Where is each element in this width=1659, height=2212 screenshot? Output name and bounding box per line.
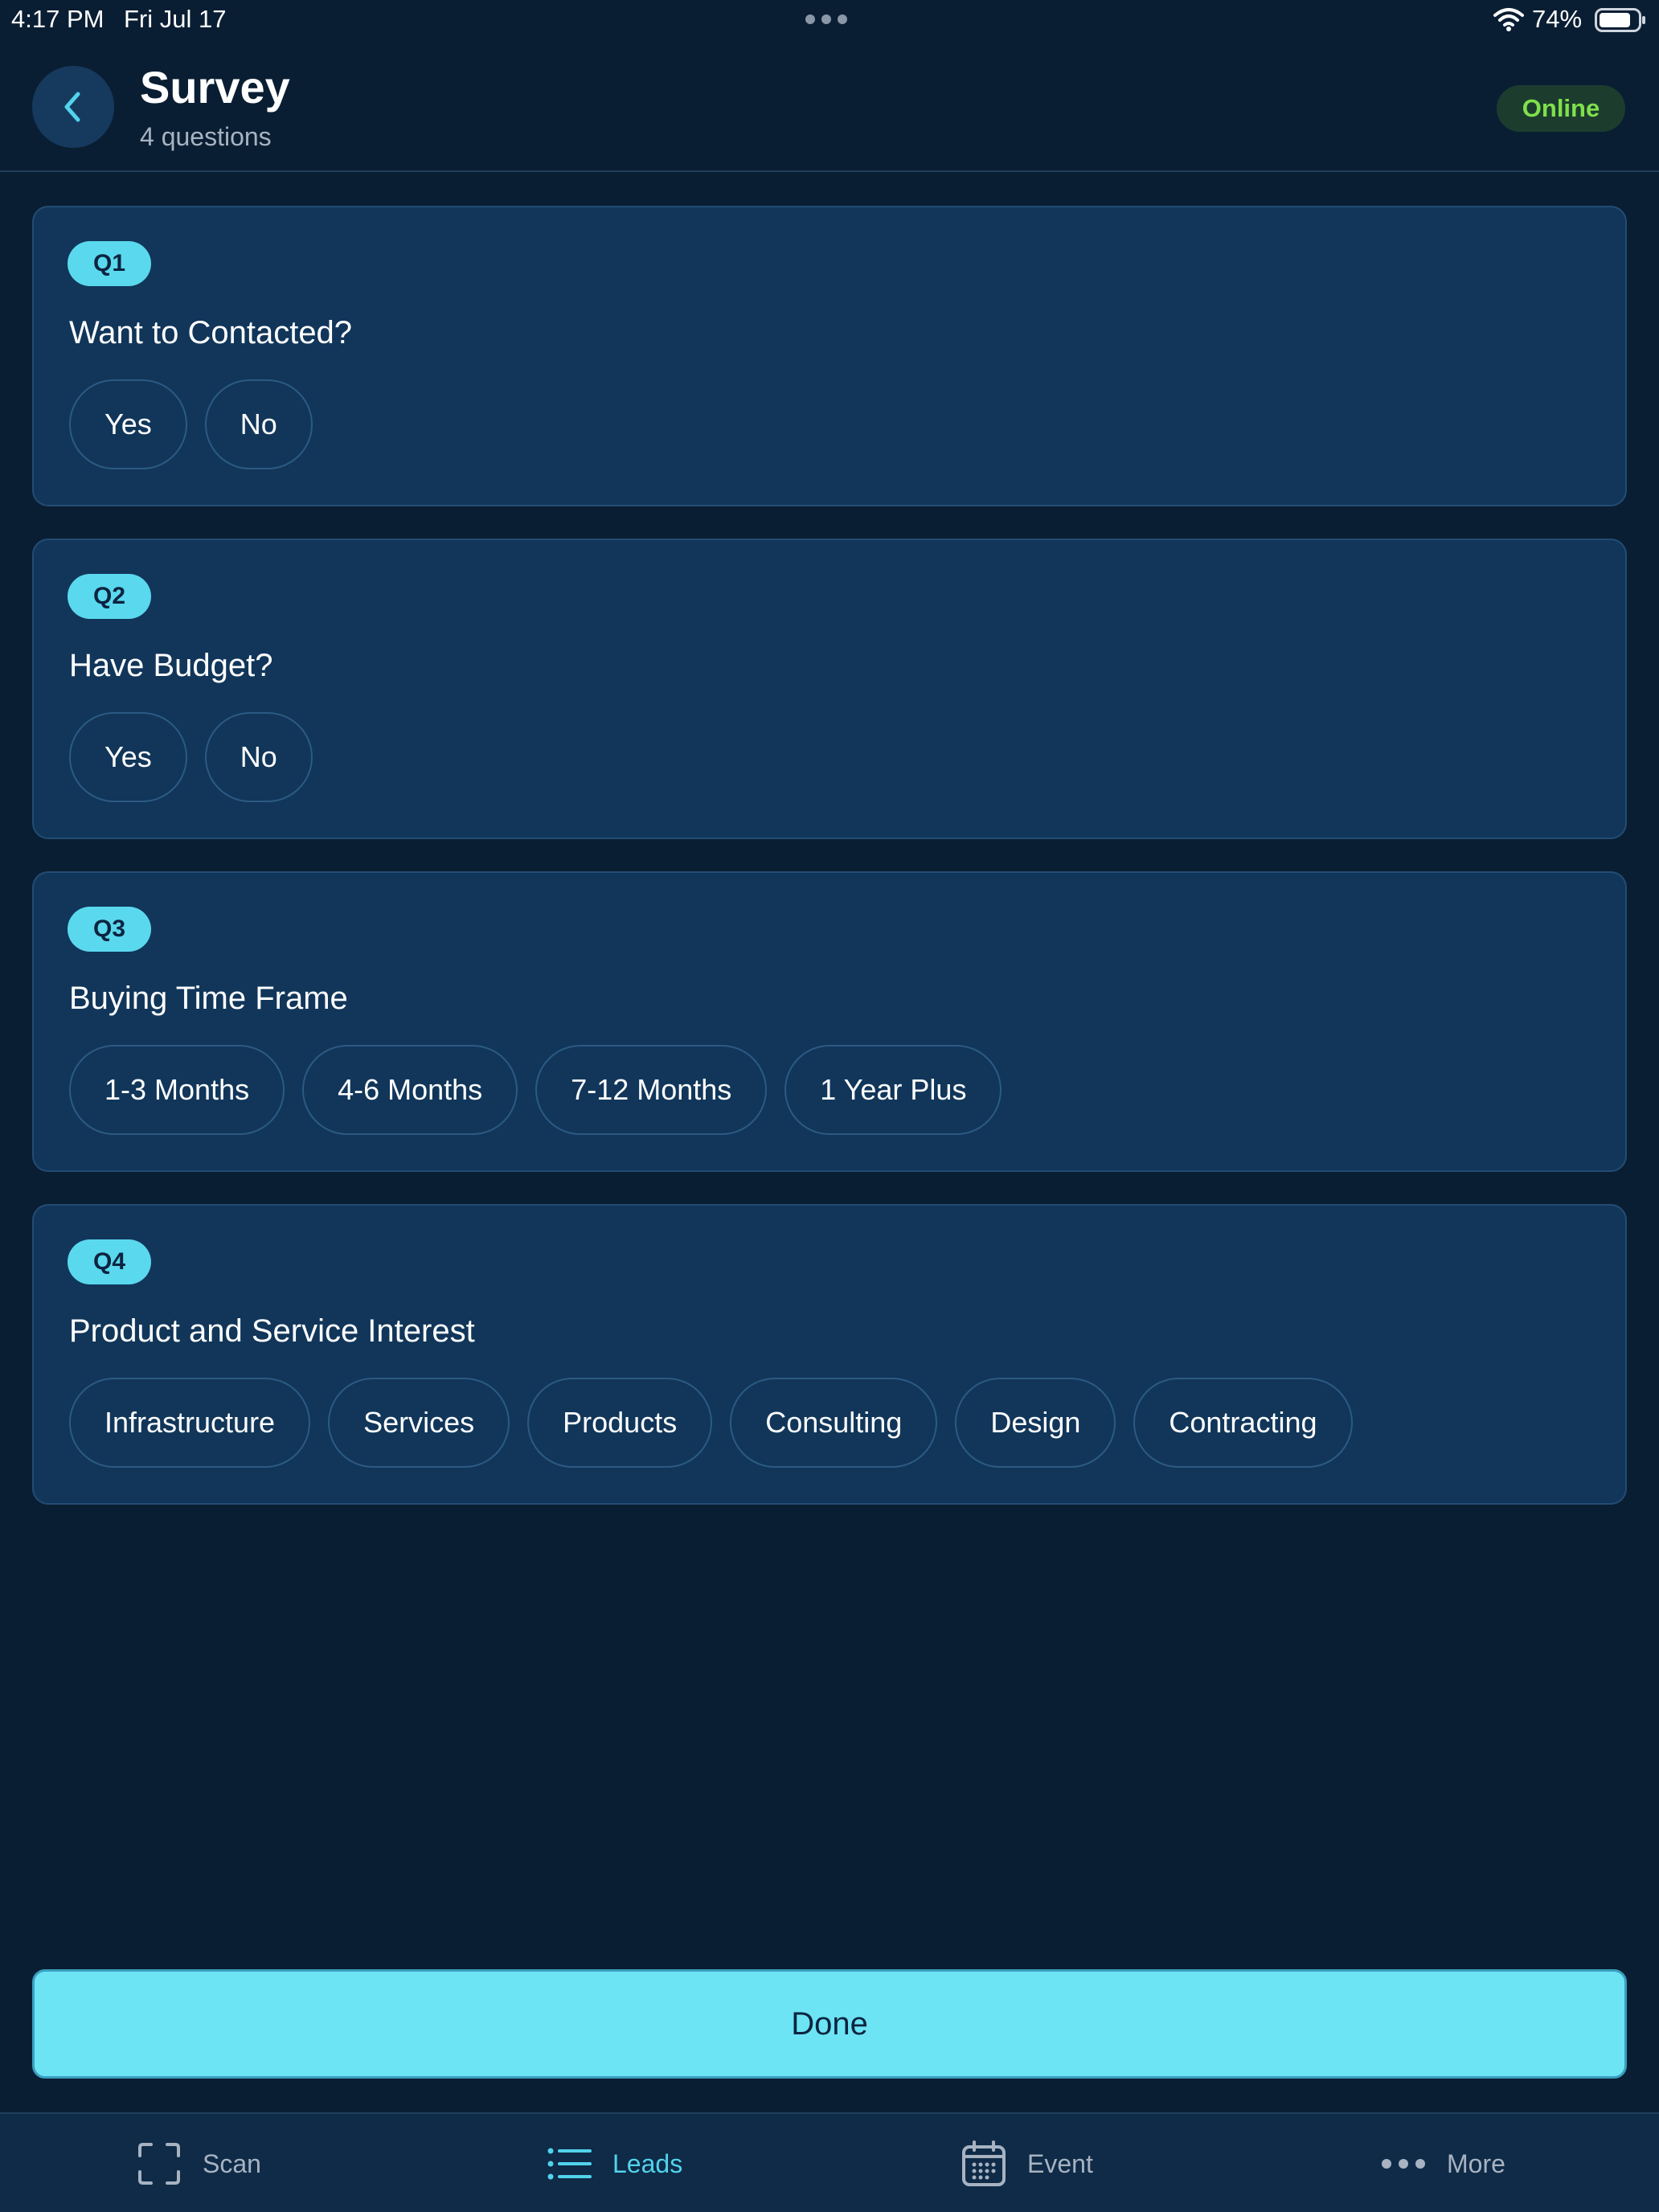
question-number-badge: Q3 bbox=[68, 907, 152, 952]
done-button[interactable]: Done bbox=[32, 1969, 1627, 2079]
question-number-badge: Q4 bbox=[68, 1239, 152, 1284]
answer-options: Yes No bbox=[69, 712, 313, 802]
battery-percentage: 74% bbox=[1532, 5, 1583, 33]
tab-label: Event bbox=[1027, 2149, 1093, 2178]
question-card-q2: Q2 Have Budget? Yes No bbox=[32, 539, 1627, 839]
wifi-icon bbox=[1493, 8, 1524, 31]
question-card-q4: Q4 Product and Service Interest Infrastr… bbox=[32, 1204, 1627, 1505]
option-yes[interactable]: Yes bbox=[69, 712, 187, 802]
tab-more[interactable]: More bbox=[1381, 2138, 1505, 2189]
option-design[interactable]: Design bbox=[955, 1378, 1116, 1468]
question-card-q3: Q3 Buying Time Frame 1-3 Months 4-6 Mont… bbox=[32, 871, 1627, 1172]
question-text: Buying Time Frame bbox=[69, 981, 348, 1016]
chevron-left-icon bbox=[64, 92, 80, 122]
tab-label: Scan bbox=[203, 2149, 261, 2178]
tab-label: Leads bbox=[612, 2149, 683, 2178]
option-1-3-months[interactable]: 1-3 Months bbox=[69, 1045, 285, 1135]
header: Survey 4 questions Online bbox=[0, 42, 1659, 172]
option-no[interactable]: No bbox=[204, 712, 313, 802]
option-yes[interactable]: Yes bbox=[69, 379, 187, 469]
question-card-q1: Q1 Want to Contacted? Yes No bbox=[32, 206, 1627, 506]
calendar-icon bbox=[962, 2140, 1006, 2186]
tab-bar: Scan Leads Event More bbox=[0, 2112, 1659, 2212]
option-4-6-months[interactable]: 4-6 Months bbox=[302, 1045, 518, 1135]
more-dots-icon bbox=[1382, 2159, 1425, 2169]
tab-event[interactable]: Event bbox=[961, 2138, 1093, 2189]
page-subtitle: 4 questions bbox=[140, 122, 272, 151]
option-services[interactable]: Services bbox=[328, 1378, 510, 1468]
multitasking-dots-icon[interactable] bbox=[805, 14, 847, 24]
option-7-12-months[interactable]: 7-12 Months bbox=[535, 1045, 768, 1135]
question-number-badge: Q1 bbox=[68, 241, 152, 286]
option-1-year-plus[interactable]: 1 Year Plus bbox=[784, 1045, 1002, 1135]
back-button[interactable] bbox=[32, 66, 114, 148]
option-contracting[interactable]: Contracting bbox=[1133, 1378, 1353, 1468]
status-bar: 4:17 PM Fri Jul 17 74% bbox=[0, 0, 1659, 42]
tab-label: More bbox=[1447, 2149, 1505, 2178]
online-status-badge: Online bbox=[1497, 85, 1625, 132]
question-number-badge: Q2 bbox=[68, 574, 152, 619]
survey-screen: 4:17 PM Fri Jul 17 74% Survey 4 question… bbox=[0, 0, 1659, 2212]
option-infrastructure[interactable]: Infrastructure bbox=[69, 1378, 311, 1468]
page-title: Survey bbox=[140, 62, 290, 113]
answer-options: 1-3 Months 4-6 Months 7-12 Months 1 Year… bbox=[69, 1045, 1002, 1135]
tab-leads[interactable]: Leads bbox=[547, 2138, 682, 2189]
question-text: Product and Service Interest bbox=[69, 1313, 475, 1349]
question-text: Want to Contacted? bbox=[69, 315, 353, 350]
status-date: Fri Jul 17 bbox=[124, 5, 227, 33]
tab-scan[interactable]: Scan bbox=[137, 2138, 261, 2189]
question-text: Have Budget? bbox=[69, 648, 273, 683]
scan-icon bbox=[138, 2143, 180, 2185]
battery-icon bbox=[1595, 8, 1645, 32]
answer-options: Infrastructure Services Products Consult… bbox=[69, 1378, 1353, 1468]
status-time: 4:17 PM bbox=[11, 5, 104, 33]
option-products[interactable]: Products bbox=[527, 1378, 713, 1468]
list-icon bbox=[547, 2148, 592, 2180]
option-consulting[interactable]: Consulting bbox=[730, 1378, 938, 1468]
option-no[interactable]: No bbox=[204, 379, 313, 469]
answer-options: Yes No bbox=[69, 379, 313, 469]
